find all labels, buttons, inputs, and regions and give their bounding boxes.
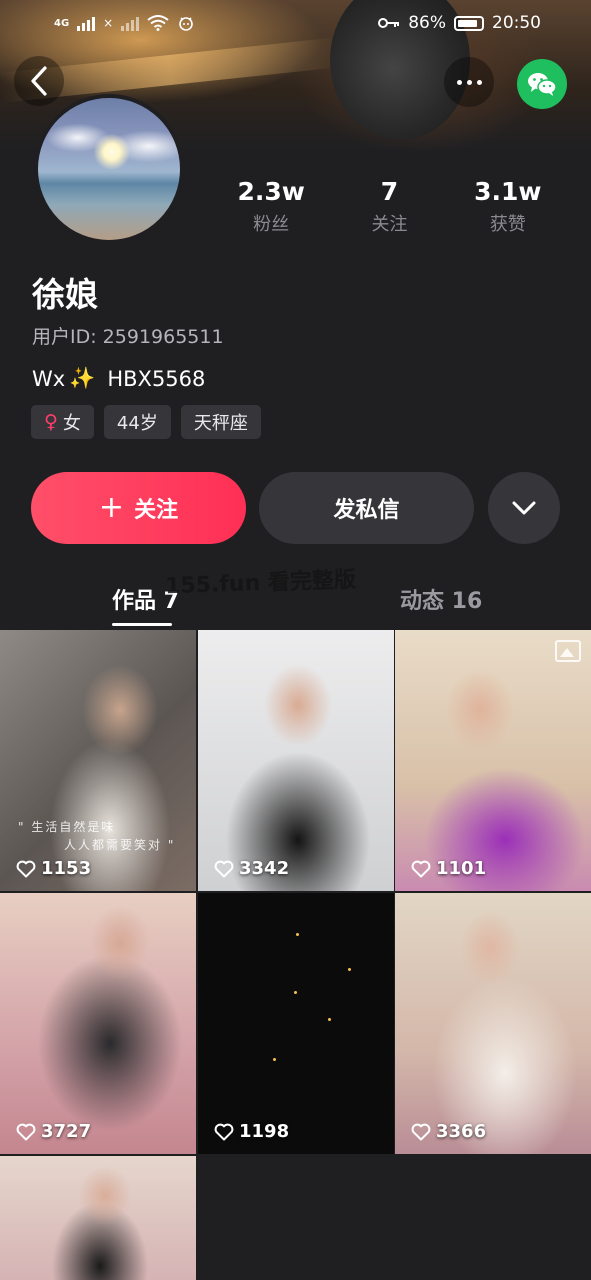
heart-icon (16, 1123, 36, 1140)
chevron-down-icon (512, 501, 536, 515)
grid-item[interactable]: 3342 (198, 630, 394, 891)
stat-label: 粉丝 (253, 214, 290, 235)
heart-icon (411, 860, 431, 877)
stat-value: 7 (380, 177, 399, 206)
zodiac-tag: 天秤座 (180, 405, 261, 439)
like-count-value: 1153 (41, 858, 92, 879)
status-bar: 4G × 86% 20:50 (0, 0, 591, 46)
battery-icon (454, 15, 484, 31)
like-count: 1153 (16, 858, 91, 879)
more-button[interactable] (444, 57, 494, 107)
like-count: 3342 (214, 858, 289, 879)
plus-icon: + (98, 490, 125, 525)
profile-stats: 2.3w 粉丝 7 关注 3.1w 获赞 (212, 176, 567, 236)
like-count-value: 3727 (41, 1121, 92, 1142)
image-post-icon (555, 640, 581, 662)
like-count: 3366 (411, 1121, 486, 1142)
active-tab-indicator (112, 623, 172, 626)
tab-feed[interactable]: 动态 16 (400, 583, 482, 615)
app-notification-icon (179, 17, 194, 31)
female-icon: ♀ (44, 411, 58, 433)
no-signal-mark: × (103, 16, 114, 30)
grid-item[interactable]: 1101 (395, 630, 591, 891)
heart-icon (214, 860, 234, 877)
sparkle-dot (296, 933, 299, 936)
status-right: 86% 20:50 (378, 13, 541, 33)
grid-item[interactable]: 3727 (0, 893, 196, 1154)
stat-value: 2.3w (237, 177, 305, 206)
stat-label: 关注 (371, 214, 408, 235)
heart-icon (16, 860, 36, 877)
message-button[interactable]: 发私信 (259, 472, 474, 544)
stat-followers[interactable]: 2.3w 粉丝 (212, 176, 330, 236)
sparkle-dot (348, 968, 351, 971)
gender-tag: ♀ 女 (31, 405, 94, 439)
like-count: 1101 (411, 858, 486, 879)
watermark-text: 155.fun 看完整版 (164, 567, 357, 600)
wifi-icon (147, 15, 169, 31)
status-left: 4G × (54, 14, 195, 32)
grid-item[interactable]: 1198 (198, 893, 394, 1154)
user-id: 用户ID: 2591965511 (32, 326, 224, 348)
profile-tags: ♀ 女 44岁 天秤座 (31, 405, 261, 439)
bio-prefix: Wx (32, 366, 66, 391)
back-arrow-icon (31, 66, 47, 96)
caption-line: 人人都需要笑对 " (64, 838, 176, 852)
bio: Wx ✨ HBX5568 (32, 366, 205, 391)
like-count-value: 3342 (239, 858, 290, 879)
signal-icon (77, 15, 96, 31)
expand-button[interactable] (488, 472, 560, 544)
caption-line: " 生活自然是味 (18, 820, 116, 834)
video-caption: " 生活自然是味 人人都需要笑对 " (18, 818, 175, 854)
profile-name: 徐娘 (32, 275, 98, 314)
wechat-icon (528, 73, 557, 96)
key-icon (378, 18, 400, 28)
like-count-value: 1101 (436, 858, 487, 879)
message-label: 发私信 (333, 498, 400, 523)
status-time: 20:50 (492, 13, 541, 33)
age-tag: 44岁 (103, 405, 171, 439)
like-count: 1198 (214, 1121, 289, 1142)
sparkle-dot (328, 1018, 331, 1021)
back-button[interactable] (14, 56, 64, 106)
more-dot (476, 79, 482, 85)
sparkle-dot (273, 1058, 276, 1061)
like-count-value: 1198 (239, 1121, 290, 1142)
signal-icon-2 (121, 15, 140, 31)
more-dots-icon (456, 79, 462, 85)
battery-percent: 86% (408, 13, 446, 33)
wechat-button[interactable] (517, 59, 567, 109)
grid-item[interactable]: 3366 (395, 893, 591, 1154)
like-count-value: 3366 (436, 1121, 487, 1142)
grid-item[interactable] (0, 1156, 196, 1280)
follow-button[interactable]: + 关注 (31, 472, 246, 544)
sparkle-icon: ✨ (69, 366, 96, 390)
stat-label: 获赞 (489, 214, 526, 235)
stat-value: 3.1w (474, 177, 542, 206)
network-type: 4G (54, 17, 70, 29)
bio-suffix: HBX5568 (107, 366, 206, 391)
heart-icon (411, 1123, 431, 1140)
like-count: 3727 (16, 1121, 91, 1142)
more-dot (466, 79, 472, 85)
stat-following[interactable]: 7 关注 (330, 176, 448, 236)
grid-item[interactable]: " 生活自然是味 人人都需要笑对 " 1153 (0, 630, 196, 891)
avatar[interactable] (34, 94, 184, 244)
stat-likes[interactable]: 3.1w 获赞 (449, 176, 567, 236)
follow-label: 关注 (134, 498, 179, 523)
sparkle-dot (294, 991, 297, 994)
heart-icon (214, 1123, 234, 1140)
gender-label: 女 (62, 413, 81, 434)
